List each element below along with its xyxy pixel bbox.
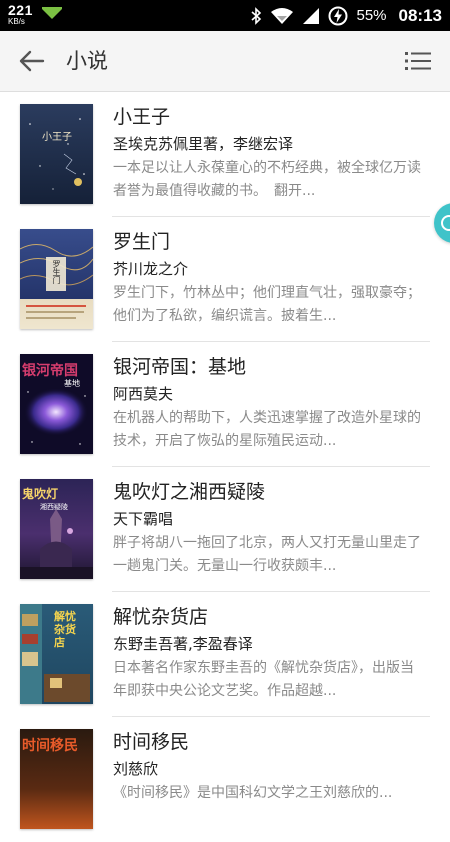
book-cover: 解忧杂货店 — [20, 604, 93, 704]
book-author: 刘慈欣 — [113, 760, 159, 778]
back-button[interactable] — [12, 45, 52, 77]
book-description: 胖子将胡八一拖回了北京，两人又打无量山里走了一趟鬼门关。无量山一行收获颇丰... — [113, 535, 421, 574]
book-cover: 小王子 — [20, 104, 93, 204]
network-speed-value: 221 — [8, 2, 33, 18]
book-cover: 鬼吹灯 湘西疑陵 — [20, 479, 93, 579]
book-title: 解忧杂货店 — [113, 606, 209, 628]
book-author: 圣埃克苏佩里著，李继宏译 — [113, 135, 294, 153]
bluetooth-icon — [251, 6, 262, 25]
cover-title: 银河帝国 — [22, 363, 78, 379]
book-list: 小王子 小王子 圣埃克苏佩里著，李继宏译 一本足以让人永葆童心的不朽经典，被全球… — [0, 92, 450, 842]
book-cover: 时间移民 — [20, 729, 93, 829]
book-author: 芥川龙之介 — [113, 260, 189, 278]
signal-icon — [303, 7, 320, 24]
cover-title: 小王子 — [42, 132, 72, 143]
cover-title: 解忧杂货店 — [54, 610, 76, 649]
cover-subtitle: 湘西疑陵 — [40, 503, 68, 511]
list-menu-icon — [405, 52, 431, 70]
book-description: 《时间移民》是中国科幻文学之王刘慈欣的... — [113, 785, 393, 801]
book-author: 东野圭吾著,李盈春译 — [113, 635, 253, 653]
cover-title: 罗生门 — [52, 260, 61, 284]
clock: 08:13 — [398, 5, 442, 25]
book-item-xiaowangzi[interactable]: 小王子 小王子 圣埃克苏佩里著，李继宏译 一本足以让人永葆童心的不朽经典，被全球… — [0, 92, 450, 217]
book-description: 日本著名作家东野圭吾的《解忧杂货店》，出版当年即获中央公论文艺奖。作品超越... — [113, 660, 414, 699]
battery-saver-icon — [328, 6, 348, 25]
book-cover: 银河帝国 基地 — [20, 354, 93, 454]
page-title: 小说 — [66, 49, 108, 73]
book-author: 天下霸唱 — [113, 510, 174, 528]
book-item-guchuideng[interactable]: 鬼吹灯 湘西疑陵 鬼吹灯之湘西疑陵 天下霸唱 胖子将胡八一拖回了北京，两人又打无… — [0, 467, 450, 592]
app-bar: 小说 — [0, 31, 450, 92]
book-cover: 罗生门 — [20, 229, 93, 329]
book-title: 小王子 — [113, 106, 171, 128]
menu-button[interactable] — [398, 45, 438, 77]
book-item-shijianyimin[interactable]: 时间移民 时间移民 刘慈欣 《时间移民》是中国科幻文学之王刘慈欣的... — [0, 717, 450, 842]
book-title: 时间移民 — [113, 731, 190, 753]
book-description: 在机器人的帮助下，人类迅速掌握了改造外星球的技术，开启了恢弘的星际殖民运动... — [113, 410, 421, 449]
network-speed-unit: KB/s — [8, 17, 25, 26]
book-author: 阿西莫夫 — [113, 385, 174, 403]
arrow-left-icon — [19, 50, 45, 72]
book-item-yinhediguo[interactable]: 银河帝国 基地 银河帝国：基地 阿西莫夫 在机器人的帮助下，人类迅速掌握了改造外… — [0, 342, 450, 467]
status-bar: 221 KB/s 55% 08:13 — [0, 0, 450, 31]
book-description: 一本足以让人永葆童心的不朽经典，被全球亿万读者誉为最值得收藏的书。 翻开... — [113, 160, 421, 199]
battery-percentage: 55% — [356, 7, 387, 24]
cover-illustration — [29, 118, 85, 190]
network-speed: 221 KB/s — [8, 3, 33, 26]
cover-subtitle: 基地 — [64, 379, 80, 388]
book-description: 罗生门下，竹林丛中；他们理直气壮，强取豪夺；他们为了私欲，编织谎言。披着生... — [113, 285, 421, 324]
download-notification-icon — [41, 7, 62, 19]
book-item-jieyouzahuodian[interactable]: 解忧杂货店 解忧杂货店 东野圭吾著,李盈春译 日本著名作家东野圭吾的《解忧杂货店… — [0, 592, 450, 717]
wifi-icon — [271, 7, 294, 24]
book-title: 鬼吹灯之湘西疑陵 — [113, 481, 266, 503]
bubble-ring-icon — [441, 215, 450, 231]
book-title: 罗生门 — [113, 231, 171, 253]
book-item-luoshengmen[interactable]: 罗生门 罗生门 芥川龙之介 罗生门下，竹林丛中；他们理直气壮，强取豪夺；他们为了… — [0, 217, 450, 342]
book-title: 银河帝国：基地 — [113, 356, 247, 378]
cover-title: 鬼吹灯 — [22, 487, 59, 501]
cover-title: 时间移民 — [22, 738, 78, 754]
